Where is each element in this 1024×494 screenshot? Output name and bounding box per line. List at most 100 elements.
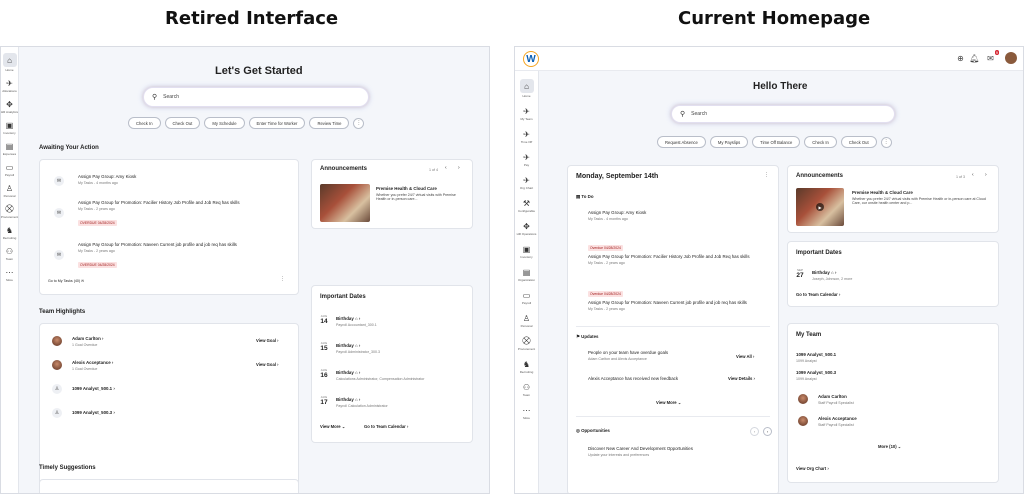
task-item[interactable]: Assign Pay Group: Amy Kiosk My Tasks - 4… — [588, 210, 773, 221]
nav-item[interactable]: ▤ Organization — [515, 267, 538, 283]
quick-action-button[interactable]: Request Absence — [657, 136, 706, 148]
chevron-left-icon[interactable]: ‹ — [750, 427, 759, 436]
birthday-label: Birthday — [336, 397, 354, 402]
nav-item[interactable]: ⚒ Configurable — [515, 198, 538, 214]
nav-item[interactable]: ✈ Allocations — [1, 78, 18, 94]
nav-label: Expenses — [2, 152, 17, 156]
team-member[interactable]: Alexis Acceptance Staff Payroll Speciali… — [818, 416, 857, 427]
chevron-right-icon[interactable]: › — [763, 427, 772, 436]
view-all-updates-link[interactable]: View All › — [736, 354, 754, 359]
birthday-item[interactable]: Birthday ⌂ › Payroll Accountant_300.1 — [336, 316, 466, 327]
task-item[interactable]: Overdue 04/28/2024 Assign Pay Group for … — [588, 236, 773, 265]
nav-item[interactable]: ♞ Recruiting — [515, 359, 538, 375]
birthday-item[interactable]: Birthday ⌂ › Payroll Administrator_300.3 — [336, 343, 466, 354]
today-view-more-button[interactable]: View More ⌄ — [656, 400, 681, 405]
nav-item[interactable]: ✈ Pay — [515, 152, 538, 168]
task-item[interactable]: Overdue 04/28/2024 Assign Pay Group for … — [588, 282, 773, 311]
nav-item[interactable]: ⚇ Team — [1, 246, 18, 262]
quick-action-button[interactable]: My Payslips — [709, 136, 749, 148]
nav-item[interactable]: ✈ Time Off — [515, 129, 538, 145]
announcement-image[interactable] — [320, 184, 370, 222]
assistant-icon[interactable]: ⊕ — [956, 54, 965, 63]
workday-logo[interactable]: W — [523, 51, 539, 67]
team-member[interactable]: Adam Carlton Staff Payroll Specialist — [818, 394, 854, 405]
more-options-icon[interactable]: ⋮ — [764, 172, 769, 178]
birthday-item[interactable]: Birthday ⌂ › Payroll Calculation Administ… — [336, 397, 466, 408]
birthday-item[interactable]: Birthday ⌂ › Calculations Administrator, … — [336, 370, 466, 381]
birthday-item[interactable]: Birthday ⌂ › Joseph, Johnson, 2 more — [812, 270, 852, 281]
quick-action-button[interactable]: Review Time — [309, 117, 350, 129]
nav-item[interactable]: ⋯ More — [1, 267, 18, 283]
go-to-team-calendar-link[interactable]: Go to Team Calendar › — [796, 292, 840, 297]
quick-action-button[interactable]: Check In — [804, 136, 837, 148]
view-goal-button[interactable]: View Goal › — [256, 362, 279, 367]
nav-item[interactable]: ⌂ Home — [515, 79, 538, 98]
announcement-item[interactable]: Premise Health & Cloud Care Whether you … — [376, 186, 466, 201]
divider — [576, 416, 770, 417]
nav-item[interactable]: ▭ Payroll — [1, 162, 18, 178]
announcement-video[interactable]: ▶ — [796, 188, 844, 226]
nav-item[interactable]: ♙ Personal — [1, 183, 18, 199]
nav-item[interactable]: ♙ Personal — [515, 313, 538, 329]
view-org-chart-link[interactable]: View Org Chart › — [796, 466, 829, 471]
team-member[interactable]: Adam Carlton › 1 Goal Overdue — [72, 336, 103, 347]
quick-action-button[interactable]: Check Out — [840, 136, 877, 148]
view-details-link[interactable]: View Details › — [728, 376, 755, 381]
nav-item[interactable]: ⚇ Team — [515, 382, 538, 398]
chevron-left-icon[interactable]: ‹ — [972, 172, 974, 178]
search-input[interactable]: ⚲ Search — [671, 105, 895, 123]
chevron-right-icon[interactable]: › — [458, 165, 460, 171]
quick-action-button[interactable]: Check Out — [164, 117, 201, 129]
update-item[interactable]: People on your team have overdue goals A… — [588, 350, 708, 361]
avatar[interactable] — [798, 394, 808, 404]
nav-item[interactable]: ⛒ Procurement — [515, 336, 538, 351]
nav-item[interactable]: ♞ Recruiting — [1, 225, 18, 241]
search-input[interactable]: ⚲ Search — [143, 87, 369, 107]
my-team-more-button[interactable]: More (10) ⌄ — [878, 444, 901, 449]
nav-item[interactable]: ✥ HR Operations — [515, 221, 538, 237]
team-member[interactable]: 1099 Analyst_500.1 › — [72, 386, 115, 392]
avatar[interactable]: ♙ — [52, 384, 62, 394]
update-item[interactable]: Alexis Acceptance has received new feedb… — [588, 376, 718, 382]
quick-action-button[interactable]: Time Off Balance — [752, 136, 801, 148]
nav-item[interactable]: ⌂ Home — [1, 53, 18, 72]
nav-item[interactable]: ✈ Org Chart — [515, 175, 538, 191]
more-actions-icon[interactable]: ⋮ — [880, 136, 892, 148]
chevron-left-icon[interactable]: ‹ — [445, 165, 447, 171]
nav-item[interactable]: ⋯ More — [515, 405, 538, 421]
nav-item[interactable]: ▭ Payroll — [515, 290, 538, 306]
quick-action-button[interactable]: Enter Time for Worker — [248, 117, 306, 129]
view-more-dates-button[interactable]: View More ⌄ — [320, 424, 345, 429]
task-item[interactable]: Assign Pay Group for Promotion: Facilier… — [78, 200, 278, 229]
inbox-icon[interactable]: ✉ 9 — [986, 50, 999, 63]
task-item[interactable]: Assign Pay Group for Promotion: Naveen C… — [78, 242, 288, 271]
more-options-icon[interactable]: ⋮ — [280, 276, 285, 282]
team-member[interactable]: 1099 Analyst_500.3 › — [72, 410, 115, 416]
nav-item[interactable]: ⛒ Procurement — [1, 204, 18, 219]
avatar[interactable] — [52, 336, 62, 346]
go-to-my-tasks-link[interactable]: Go to My Tasks (40) ✉ — [48, 279, 84, 283]
nav-item[interactable]: ▤ Expenses — [1, 141, 18, 157]
avatar[interactable]: ♙ — [52, 408, 62, 418]
nav-item[interactable]: ▣ Inventory — [515, 244, 538, 260]
team-member[interactable]: 1099 Analyst_500.1 1099 Analyst — [796, 352, 836, 363]
nav-item[interactable]: ✈ My Team — [515, 106, 538, 122]
quick-action-button[interactable]: Check In — [128, 117, 161, 129]
profile-avatar[interactable] — [1005, 52, 1017, 64]
more-actions-icon[interactable]: ⋮ — [353, 117, 365, 129]
quick-action-button[interactable]: My Schedule — [204, 117, 245, 129]
team-member[interactable]: Alexis Acceptance › 1 Goal Overdue — [72, 360, 113, 371]
task-item[interactable]: Assign Pay Group: Amy Kiosk My Tasks - 4… — [78, 174, 288, 185]
announcement-item[interactable]: Premise Health & Cloud Care Whether you … — [852, 190, 992, 205]
avatar[interactable] — [52, 360, 62, 370]
nav-label: Time Off — [520, 140, 533, 144]
bell-icon[interactable]: 🔔︎ — [969, 54, 979, 63]
nav-item[interactable]: ▣ Inventory — [1, 120, 18, 136]
avatar[interactable] — [798, 416, 808, 426]
go-to-team-calendar-link[interactable]: Go to Team Calendar › — [364, 424, 408, 429]
team-member[interactable]: 1099 Analyst_500.3 1099 Analyst — [796, 370, 836, 381]
chevron-right-icon[interactable]: › — [985, 172, 987, 178]
nav-item[interactable]: ✥ HR Analytics — [1, 99, 18, 115]
view-goal-button[interactable]: View Goal › — [256, 338, 279, 343]
opportunity-item[interactable]: Discover New Career And Development Oppo… — [588, 446, 773, 457]
